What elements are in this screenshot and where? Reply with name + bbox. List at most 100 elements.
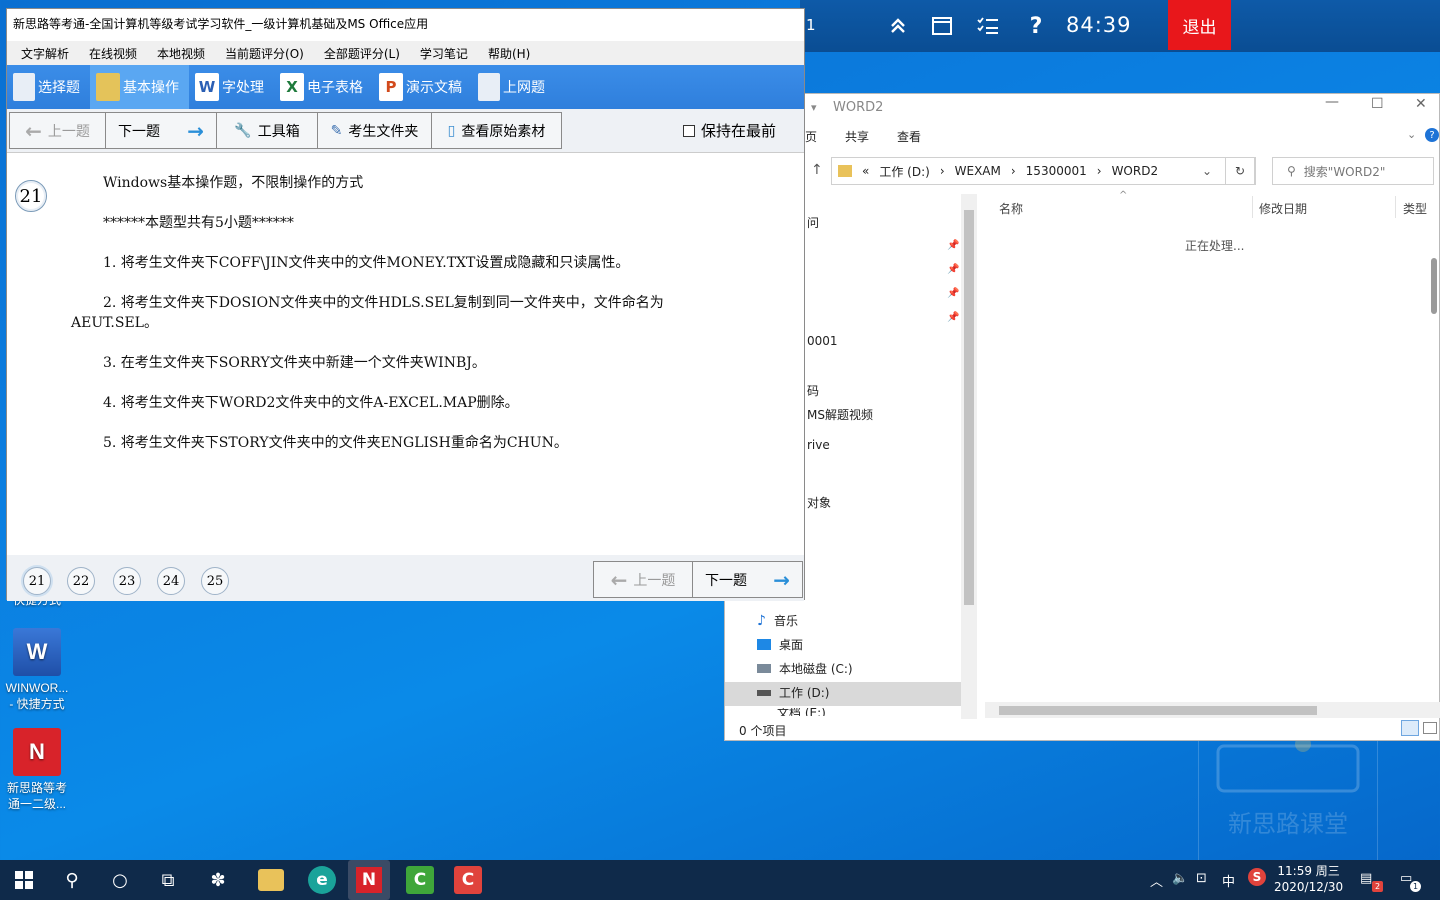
tiles-view-icon[interactable] (1423, 722, 1437, 734)
category-word[interactable]: W 字处理 (189, 65, 274, 109)
close-icon[interactable]: ✕ (1415, 96, 1427, 112)
pin-icon[interactable]: 📌 (947, 288, 959, 299)
keep-on-top-checkbox[interactable]: 保持在最前 (683, 120, 776, 141)
pin-icon[interactable]: 📌 (947, 240, 959, 251)
ribbon-tab-share[interactable]: 共享 (845, 128, 869, 145)
exit-button[interactable]: 退出 (1168, 0, 1231, 50)
address-segment[interactable]: 工作 (D:) (879, 163, 929, 180)
start-icon[interactable] (10, 866, 38, 894)
nav-item[interactable]: 对象 (807, 494, 831, 511)
title-chevron-icon: ▾ (811, 101, 817, 114)
chevron-down-icon[interactable]: ⌄ (1202, 164, 1212, 178)
address-segment[interactable]: 15300001 (1026, 164, 1087, 178)
minimize-icon[interactable]: — (1325, 94, 1339, 110)
nav-item[interactable]: 问 (807, 214, 819, 231)
category-ppt[interactable]: P 演示文稿 (373, 65, 472, 109)
column-date[interactable]: 修改日期 (1259, 200, 1307, 217)
question-tab-23[interactable]: 23 (113, 567, 141, 595)
network-icon[interactable]: ⊡ (1196, 871, 1207, 886)
nav-item-desktop[interactable]: 桌面 (757, 636, 803, 653)
search-input[interactable]: ⚲ 搜索"WORD2" (1272, 157, 1434, 185)
maximize-icon[interactable]: ☐ (1371, 96, 1384, 112)
xinsilu-icon: N (13, 728, 61, 776)
refresh-button[interactable]: ↻ (1225, 157, 1255, 185)
xinsilu-taskbar-button[interactable]: N (348, 860, 390, 900)
menu-score-all[interactable]: 全部题评分(L) (324, 45, 400, 62)
ime-indicator[interactable]: 中 (1222, 871, 1235, 890)
nav-item[interactable]: rive (807, 438, 830, 452)
ribbon-tab-view[interactable]: 查看 (897, 128, 921, 145)
camtasia-red-icon[interactable]: C (454, 866, 482, 894)
list-check-icon[interactable] (974, 12, 1002, 40)
watermark-text: 新思路课堂 (1228, 809, 1348, 838)
button-label: 查看原始素材 (461, 123, 546, 140)
help-icon[interactable]: ? (1425, 128, 1439, 142)
category-internet[interactable]: 上网题 (472, 65, 555, 109)
ribbon-expand-icon[interactable]: ⌄ (1407, 128, 1416, 141)
exam-app-window: 新思路等考通-全国计算机等级考试学习软件_一级计算机基础及MS Office应用… (6, 8, 805, 601)
content-scrollbar[interactable] (1431, 258, 1437, 314)
nav-item-drive-e[interactable]: 文档 (E:) (777, 708, 826, 716)
menu-online-video[interactable]: 在线视频 (89, 45, 137, 62)
question-tab-25[interactable]: 25 (201, 567, 229, 595)
clock[interactable]: 11:59 周三 2020/12/30 (1274, 863, 1343, 895)
menu-notes[interactable]: 学习笔记 (420, 45, 468, 62)
up-arrow-icon[interactable]: ↑ (811, 162, 823, 178)
scrollbar-thumb[interactable] (999, 706, 1317, 715)
menu-score-current[interactable]: 当前题评分(O) (225, 45, 304, 62)
window-icon[interactable] (928, 12, 956, 40)
nav-item-drive-d[interactable]: 工作 (D:) (757, 684, 829, 701)
notification-app-icon[interactable]: ▤ (1360, 871, 1372, 886)
toolbox-button[interactable]: 🔧 工具箱 (216, 112, 318, 149)
camtasia-icon[interactable]: C (406, 866, 434, 894)
exam-folder-button[interactable]: ✎ 考生文件夹 (317, 112, 432, 149)
address-segment[interactable]: WEXAM (955, 164, 1001, 178)
nav-item[interactable]: MS解题视频 (807, 406, 873, 423)
menu-local-video[interactable]: 本地视频 (157, 45, 205, 62)
category-basic-ops[interactable]: 基本操作 (90, 65, 189, 109)
address-segment[interactable]: « (862, 164, 869, 178)
nav-item-drive-c[interactable]: 本地磁盘 (C:) (757, 660, 853, 677)
pin-icon[interactable]: 📌 (947, 312, 959, 323)
category-excel[interactable]: X 电子表格 (274, 65, 373, 109)
nav-scrollbar[interactable] (961, 194, 977, 719)
address-bar[interactable]: « 工作 (D:) › WEXAM › 15300001 › WORD2 ⌄ (831, 157, 1256, 185)
nav-item-music[interactable]: ♪ 音乐 (757, 612, 798, 629)
question-tab-21[interactable]: 21 (23, 567, 51, 595)
menu-help[interactable]: 帮助(H) (488, 45, 530, 62)
checkbox[interactable] (683, 124, 695, 137)
help-icon[interactable]: ? (1022, 12, 1050, 40)
nav-item[interactable]: 0001 (807, 334, 838, 348)
ribbon-tab-home[interactable]: 页 (805, 128, 817, 145)
prev-question-button[interactable]: ← 上一题 (9, 112, 106, 149)
next-question-button[interactable]: 下一题 → (105, 112, 217, 149)
question-tab-22[interactable]: 22 (67, 567, 95, 595)
column-type[interactable]: 类型 (1403, 200, 1427, 217)
volume-icon[interactable]: 🔈 (1172, 871, 1188, 886)
task-view-icon[interactable]: ⧉ (154, 866, 182, 894)
desktop-icon-xinsilu[interactable]: N 新思路等考 通一二级... (4, 728, 70, 812)
pinwheel-icon[interactable]: ✽ (204, 866, 232, 894)
bottom-next-button[interactable]: 下一题 → (692, 561, 803, 598)
tray-chevron-icon[interactable]: ︿ (1150, 871, 1163, 890)
file-explorer-icon[interactable] (258, 869, 284, 891)
column-name[interactable]: 名称 (999, 200, 1023, 217)
details-view-icon[interactable] (1401, 720, 1419, 736)
scrollbar-thumb[interactable] (964, 210, 974, 605)
question-tab-24[interactable]: 24 (157, 567, 185, 595)
address-segment[interactable]: WORD2 (1112, 164, 1159, 178)
cortana-icon[interactable]: ○ (106, 866, 134, 894)
menu-text-analysis[interactable]: 文字解析 (21, 45, 69, 62)
view-source-button[interactable]: ▯ 查看原始素材 (431, 112, 562, 149)
desktop-icon-winword[interactable]: W WINWOR... - 快捷方式 (4, 628, 70, 712)
edge-icon[interactable]: e (308, 866, 336, 894)
bottom-prev-button[interactable]: ← 上一题 (593, 561, 693, 598)
category-choice[interactable]: 选择题 (7, 65, 90, 109)
nav-item[interactable]: 码 (807, 382, 819, 399)
double-up-icon[interactable] (884, 12, 912, 40)
horizontal-scrollbar[interactable] (985, 702, 1440, 718)
category-label: 演示文稿 (406, 80, 462, 96)
pin-icon[interactable]: 📌 (947, 264, 959, 275)
search-icon[interactable]: ⚲ (58, 866, 86, 894)
sogou-icon[interactable]: S (1248, 868, 1266, 886)
